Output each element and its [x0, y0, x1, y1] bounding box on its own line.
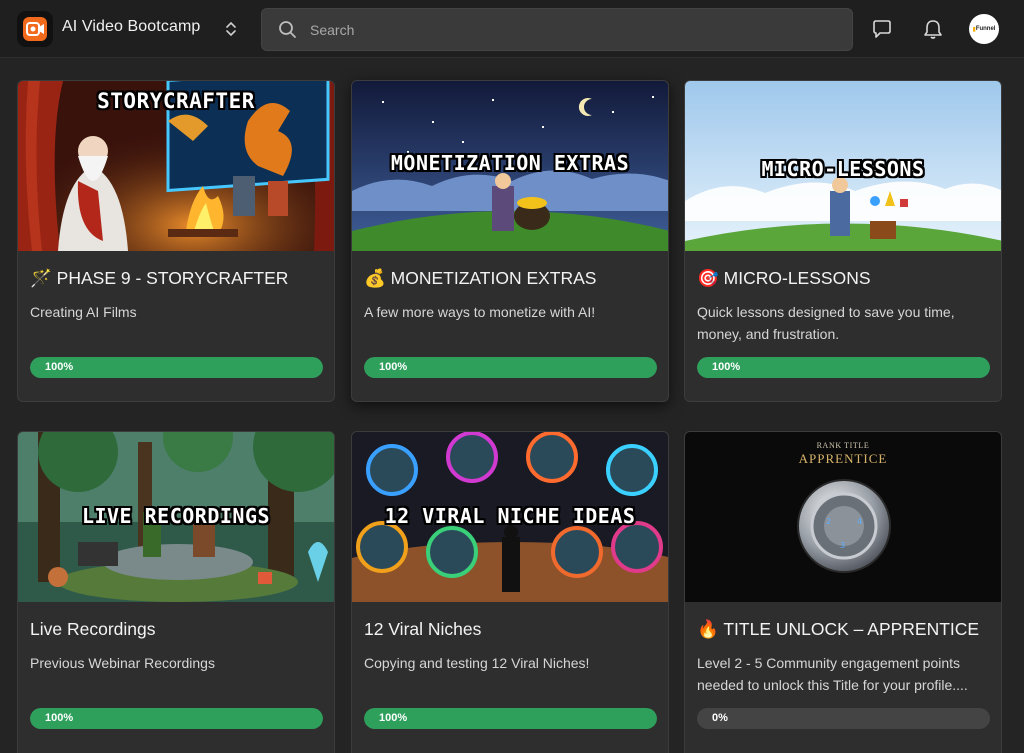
- progress-fill: [697, 357, 990, 378]
- progress-label: 100%: [379, 361, 408, 373]
- chat-icon[interactable]: [869, 16, 895, 42]
- progress-label: 0%: [712, 712, 728, 724]
- course-title[interactable]: 🎯 MICRO-LESSONS: [697, 268, 871, 289]
- money-bag-icon: 💰: [364, 268, 386, 288]
- course-thumbnail: MONETIZATION EXTRAS: [352, 81, 668, 251]
- course-thumbnail: STORYCRAFTER: [18, 81, 334, 251]
- course-card[interactable]: STORYCRAFTER 🪄 PHASE 9 - STORYCRAFTER Cr…: [17, 80, 335, 402]
- top-bar: AI Video Bootcamp ▮Funnel: [0, 0, 1024, 58]
- course-title[interactable]: Live Recordings: [30, 619, 155, 640]
- progress-fill: [364, 708, 657, 729]
- progress-bar: 100%: [364, 357, 657, 378]
- progress-label: 100%: [45, 361, 74, 373]
- course-card[interactable]: MONETIZATION EXTRAS 💰 MONETIZATION EXTRA…: [351, 80, 669, 402]
- fire-icon: 🔥: [697, 619, 719, 639]
- bell-icon[interactable]: [920, 16, 946, 42]
- svg-text:4: 4: [857, 517, 862, 526]
- thumbnail-label: STORYCRAFTER: [97, 89, 255, 113]
- progress-label: 100%: [379, 712, 408, 724]
- progress-fill: [364, 357, 657, 378]
- course-title[interactable]: 🔥 TITLE UNLOCK – APPRENTICE: [697, 619, 979, 640]
- course-description: Quick lessons designed to save you time,…: [697, 304, 955, 342]
- avatar[interactable]: ▮ Funnel: [969, 14, 999, 44]
- course-card[interactable]: LIVE RECORDINGS Live Recordings Previous…: [17, 431, 335, 753]
- search-box[interactable]: [261, 8, 853, 51]
- course-description: Previous Webinar Recordings: [30, 655, 215, 671]
- svg-text:3: 3: [840, 541, 845, 550]
- course-description: Creating AI Films: [30, 304, 137, 320]
- course-description: A few more ways to monetize with AI!: [364, 304, 596, 320]
- app-title[interactable]: AI Video Bootcamp: [62, 18, 200, 36]
- progress-label: 100%: [712, 361, 741, 373]
- thumbnail-label: MONETIZATION EXTRAS: [390, 151, 630, 175]
- progress-fill: [30, 357, 323, 378]
- course-card[interactable]: 12 VIRAL NICHE IDEAS 12 Viral Niches Cop…: [351, 431, 669, 753]
- course-thumbnail: 12 VIRAL NICHE IDEAS: [352, 432, 668, 602]
- progress-label: 100%: [45, 712, 74, 724]
- svg-text:2: 2: [826, 517, 831, 526]
- thumbnail-label: MICRO-LESSONS: [761, 157, 925, 181]
- search-icon: [278, 20, 297, 44]
- progress-bar: 100%: [30, 357, 323, 378]
- chevron-updown-icon[interactable]: [222, 18, 240, 40]
- course-description: Copying and testing 12 Viral Niches!: [364, 655, 590, 671]
- progress-bar: 100%: [364, 708, 657, 729]
- course-card[interactable]: MICRO-LESSONS 🎯 MICRO-LESSONS Quick less…: [684, 80, 1002, 402]
- course-description: Level 2 - 5 Community engagement points …: [697, 655, 968, 693]
- badge-icon: 2 4 3: [797, 479, 891, 573]
- target-icon: 🎯: [697, 268, 719, 288]
- app-logo-icon[interactable]: [17, 11, 53, 47]
- course-title[interactable]: 🪄 PHASE 9 - STORYCRAFTER: [30, 268, 288, 289]
- progress-fill: [30, 708, 323, 729]
- course-card[interactable]: RANK TITLE APPRENTICE 2 4 3 🔥 TITLE UNLO…: [684, 431, 1002, 753]
- course-title[interactable]: 12 Viral Niches: [364, 619, 481, 640]
- progress-bar: 100%: [30, 708, 323, 729]
- thumbnail-label: 12 VIRAL NICHE IDEAS: [384, 504, 636, 528]
- course-title[interactable]: 💰 MONETIZATION EXTRAS: [364, 268, 596, 289]
- search-input[interactable]: [310, 9, 830, 50]
- course-thumbnail: RANK TITLE APPRENTICE 2 4 3: [685, 432, 1001, 602]
- progress-bar: 100%: [697, 357, 990, 378]
- course-thumbnail: MICRO-LESSONS: [685, 81, 1001, 251]
- wand-icon: 🪄: [30, 268, 52, 288]
- progress-bar: 0%: [697, 708, 990, 729]
- thumbnail-label: LIVE RECORDINGS: [81, 504, 271, 528]
- course-thumbnail: LIVE RECORDINGS: [18, 432, 334, 602]
